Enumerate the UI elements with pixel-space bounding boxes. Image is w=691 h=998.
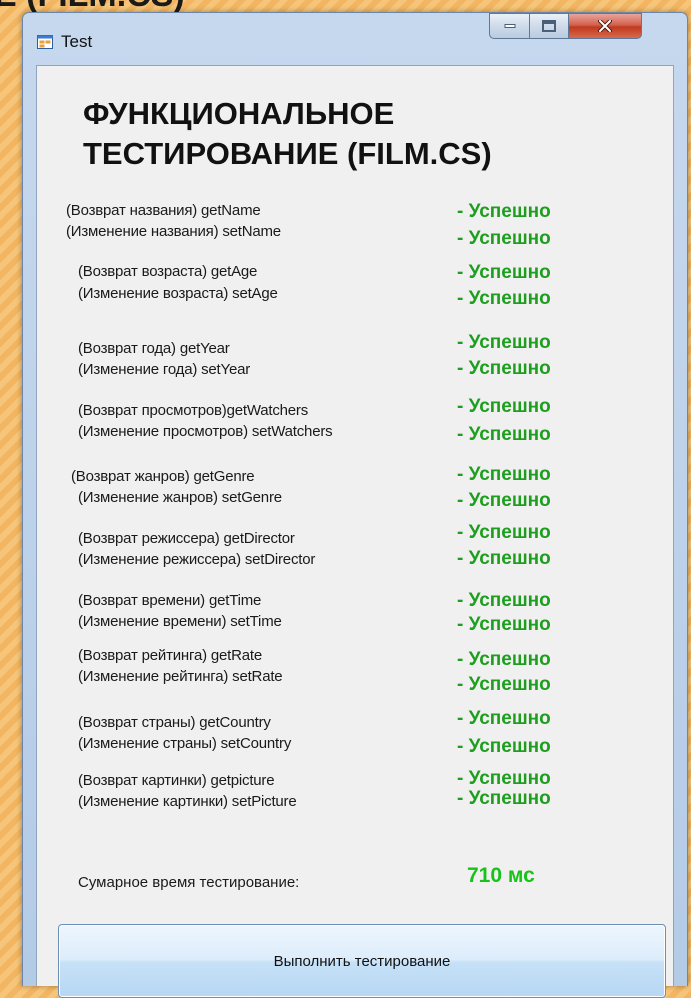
close-icon	[598, 20, 612, 32]
test-status: - Успешно	[457, 708, 551, 729]
test-status: - Успешно	[457, 424, 551, 445]
test-label: (Изменение возраста) setAge	[78, 285, 278, 302]
test-status: - Успешно	[457, 649, 551, 670]
test-status: - Успешно	[457, 788, 551, 809]
test-label: (Возврат страны) getCountry	[78, 714, 271, 731]
test-label: (Возврат возраста) getAge	[78, 263, 258, 280]
test-status: - Успешно	[457, 464, 551, 485]
minimize-button[interactable]	[489, 13, 530, 39]
title-bar[interactable]: Test	[23, 13, 687, 65]
test-window: Test ФУНКЦИОНАЛЬНОЕ ТЕСТИРОВАНИЕ (FILM.C…	[22, 12, 688, 998]
page-title-line-1: ФУНКЦИОНАЛЬНОЕ	[83, 96, 395, 131]
test-label: (Возврат просмотров)getWatchers	[78, 402, 309, 419]
test-status: - Успешно	[457, 614, 551, 635]
test-label: (Возврат названия) getName	[66, 202, 261, 219]
test-label: (Изменение режиссера) setDirector	[78, 551, 316, 568]
test-status: - Успешно	[457, 332, 551, 353]
window-title: Test	[61, 32, 93, 51]
test-label: (Возврат года) getYear	[78, 340, 230, 357]
test-label: (Изменение страны) setCountry	[78, 735, 292, 752]
test-status: - Успешно	[457, 396, 551, 417]
test-status: - Успешно	[457, 288, 551, 309]
minimize-icon	[504, 24, 515, 28]
run-tests-button[interactable]: Выполнить тестирование	[58, 924, 666, 998]
total-time-value: 710 мс	[467, 864, 535, 887]
test-status: - Успешно	[457, 201, 551, 222]
test-status: - Успешно	[457, 768, 551, 789]
test-status: - Успешно	[457, 522, 551, 543]
test-label: (Изменение названия) setName	[66, 223, 281, 240]
test-label: (Возврат режиссера) getDirector	[78, 530, 295, 547]
test-label: (Возврат рейтинга) getRate	[78, 647, 262, 664]
test-label: (Изменение просмотров) setWatchers	[78, 423, 333, 440]
test-status: - Успешно	[457, 228, 551, 249]
test-status: - Успешно	[457, 548, 551, 569]
maximize-icon	[542, 20, 556, 32]
close-button[interactable]	[568, 13, 642, 39]
slide-title-fragment: Е (FILM.CS)	[0, 0, 294, 12]
test-label: (Изменение картинки) setPicture	[78, 793, 297, 810]
test-status: - Успешно	[457, 490, 551, 511]
form-client-area: ФУНКЦИОНАЛЬНОЕ ТЕСТИРОВАНИЕ (FILM.CS) (В…	[36, 65, 674, 998]
test-label: (Изменение рейтинга) setRate	[78, 668, 283, 685]
test-label: (Изменение времени) setTime	[78, 613, 282, 630]
test-label: (Возврат картинки) getpicture	[78, 772, 275, 789]
test-label: (Возврат времени) getTime	[78, 592, 262, 609]
page-title: ФУНКЦИОНАЛЬНОЕ ТЕСТИРОВАНИЕ (FILM.CS)	[83, 94, 663, 174]
page-title-line-2: ТЕСТИРОВАНИЕ (FILM.CS)	[83, 136, 492, 171]
test-status: - Успешно	[457, 358, 551, 379]
test-label: (Изменение жанров) setGenre	[78, 489, 282, 506]
test-label: (Возврат жанров) getGenre	[71, 468, 255, 485]
test-label: (Изменение года) setYear	[78, 361, 251, 378]
test-status: - Успешно	[457, 262, 551, 283]
total-time-label: Сумарное время тестирование:	[78, 874, 300, 891]
test-status: - Успешно	[457, 736, 551, 757]
test-status: - Успешно	[457, 674, 551, 695]
windows-form-icon[interactable]	[37, 34, 53, 50]
test-status: - Успешно	[457, 590, 551, 611]
maximize-button[interactable]	[529, 13, 569, 39]
